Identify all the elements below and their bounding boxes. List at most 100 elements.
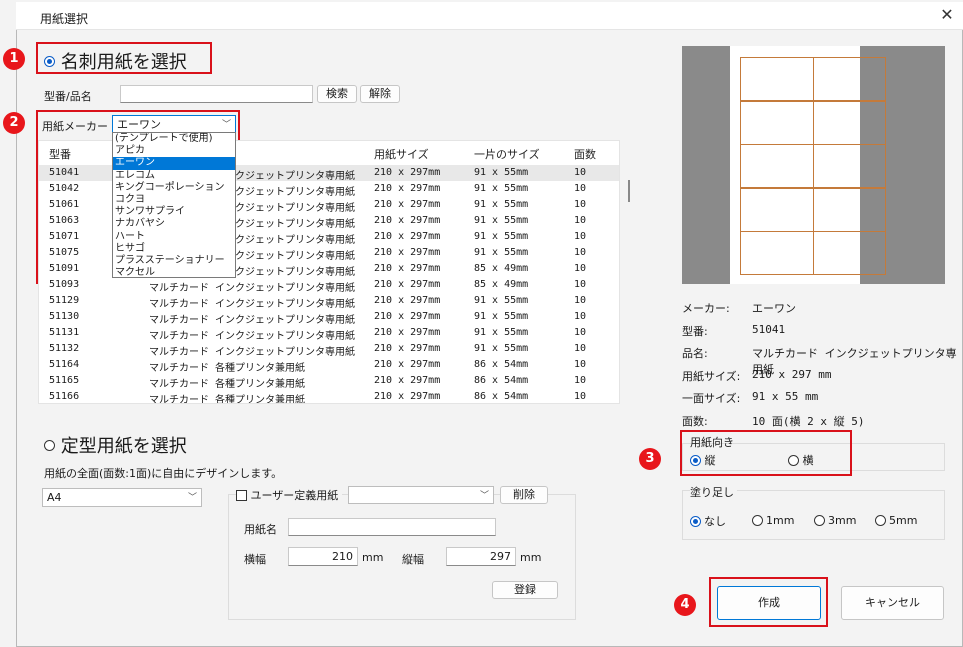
dropdown-item[interactable]: サンワサプライ xyxy=(113,206,235,218)
cancel-button[interactable]: キャンセル xyxy=(841,586,944,620)
dropdown-item[interactable]: (テンプレートで使用) xyxy=(113,133,235,145)
table-row[interactable]: 51131 マルチカード インクジェットプリンタ専用紙 210 x 297mm 91 … xyxy=(39,325,619,342)
preview-card-cell xyxy=(740,100,814,145)
dropdown-item[interactable]: ハート xyxy=(113,231,235,243)
register-button[interactable]: 登録 xyxy=(492,581,558,599)
teikei-size-select[interactable]: A4 ﹀ xyxy=(42,488,202,507)
dropdown-item[interactable]: コクヨ xyxy=(113,194,235,206)
table-cell: 10 xyxy=(574,391,587,402)
col-header-piece-size: 一片のサイズ xyxy=(474,148,540,161)
clear-button[interactable]: 解除 xyxy=(360,85,400,103)
table-row[interactable]: 51166 マルチカード 各種プリンタ兼用紙 210 x 297mm 86 x 54m… xyxy=(39,389,619,403)
dropdown-item[interactable]: アピカ xyxy=(113,145,235,157)
teikei-radio-icon[interactable] xyxy=(44,439,55,451)
create-button[interactable]: 作成 xyxy=(717,586,821,620)
dropdown-item[interactable]: ナカバヤシ xyxy=(113,218,235,230)
table-cell: 91 x 55mm xyxy=(474,295,529,306)
info-value: 10 面(横 2 x 縦 5) xyxy=(752,414,865,428)
table-cell: 10 xyxy=(574,279,587,290)
table-cell: 10 xyxy=(574,375,587,386)
preview-card-cell xyxy=(813,231,886,275)
dropdown-item[interactable]: エレコム xyxy=(113,170,235,182)
search-button[interactable]: 検索 xyxy=(317,85,357,103)
table-cell: 210 x 297mm xyxy=(374,247,441,258)
portrait-radio-icon[interactable] xyxy=(690,454,701,466)
table-cell: 91 x 55mm xyxy=(474,183,529,194)
dropdown-item[interactable]: マクセル xyxy=(113,267,235,277)
height-unit: mm xyxy=(520,551,542,564)
table-cell: 91 x 55mm xyxy=(474,311,529,322)
dropdown-item[interactable]: プラスステーショナリー xyxy=(113,255,235,267)
bleed-option[interactable]: 3mm xyxy=(814,513,856,527)
width-input[interactable]: 210 xyxy=(288,547,358,566)
info-value: 91 x 55 mm xyxy=(752,390,819,403)
bleed-radio-icon[interactable] xyxy=(875,514,886,526)
orientation-title: 用紙向き xyxy=(690,436,734,449)
user-defined-select[interactable]: ﹀ xyxy=(348,486,494,504)
search-input[interactable] xyxy=(120,85,313,103)
callout-3: 3 xyxy=(639,448,661,470)
table-row[interactable]: 51130 マルチカード インクジェットプリンタ専用紙 210 x 297mm 91 … xyxy=(39,309,619,326)
paper-name-input[interactable] xyxy=(288,518,496,536)
bleed-option[interactable]: なし xyxy=(690,513,726,529)
landscape-label: 横 xyxy=(802,454,814,467)
bleed-radio-icon[interactable] xyxy=(814,514,825,526)
search-label: 型番/品名 xyxy=(44,90,92,103)
table-scrollbar-thumb[interactable] xyxy=(628,180,630,202)
callout-2: 2 xyxy=(3,112,25,134)
user-defined-checkbox[interactable] xyxy=(236,489,247,501)
bleed-option-label: 5mm xyxy=(889,513,918,527)
close-icon[interactable]: ✕ xyxy=(936,4,958,26)
table-cell: 85 x 49mm xyxy=(474,263,529,274)
title-bar: 用紙選択 xyxy=(16,2,963,30)
table-cell: 210 x 297mm xyxy=(374,279,441,290)
table-cell: マルチカード インクジェットプリンタ専用紙 xyxy=(149,315,356,326)
table-cell: 10 xyxy=(574,167,587,178)
orientation-portrait-option[interactable]: 縦 xyxy=(690,452,716,468)
table-cell: 10 xyxy=(574,231,587,242)
callout-1: 1 xyxy=(3,48,25,70)
teikei-radio-option[interactable]: 定型用紙を選択 xyxy=(44,432,187,458)
table-cell: 51093 xyxy=(49,279,80,290)
table-cell: 210 x 297mm xyxy=(374,311,441,322)
table-cell: 210 x 297mm xyxy=(374,359,441,370)
landscape-radio-icon[interactable] xyxy=(788,454,799,466)
table-cell: 210 x 297mm xyxy=(374,167,441,178)
bleed-option[interactable]: 1mm xyxy=(752,513,794,527)
table-row[interactable]: 51132 マルチカード インクジェットプリンタ専用紙 210 x 297mm 91 … xyxy=(39,341,619,358)
delete-button[interactable]: 削除 xyxy=(500,486,548,504)
table-row[interactable]: 51129 マルチカード インクジェットプリンタ専用紙 210 x 297mm 91 … xyxy=(39,293,619,310)
table-row[interactable]: 51093 マルチカード インクジェットプリンタ専用紙 210 x 297mm 85 … xyxy=(39,277,619,294)
table-cell: 10 xyxy=(574,263,587,274)
table-row[interactable]: 51165 マルチカード 各種プリンタ兼用紙 210 x 297mm 86 x 54m… xyxy=(39,373,619,390)
maker-selected-value: エーワン xyxy=(117,118,161,131)
user-defined-checkbox-option[interactable]: ユーザー定義用紙 xyxy=(236,487,343,503)
preview-card-cell xyxy=(740,144,814,188)
dropdown-item[interactable]: エーワン xyxy=(113,157,235,170)
table-cell: 51165 xyxy=(49,375,80,386)
window-title: 用紙選択 xyxy=(40,12,89,26)
teikei-radio-label: 定型用紙を選択 xyxy=(60,436,187,457)
table-cell: 51063 xyxy=(49,215,80,226)
table-cell: 210 x 297mm xyxy=(374,263,441,274)
meishi-radio-option[interactable]: 名刺用紙を選択 xyxy=(44,48,187,74)
table-cell: 91 x 55mm xyxy=(474,199,529,210)
bleed-radio-icon[interactable] xyxy=(752,514,763,526)
bleed-radio-icon[interactable] xyxy=(690,515,701,527)
dropdown-item[interactable]: ヒサゴ xyxy=(113,243,235,255)
bleed-option[interactable]: 5mm xyxy=(875,513,917,527)
info-label: 用紙サイズ: xyxy=(682,369,741,383)
preview-card-cell xyxy=(813,144,886,188)
maker-dropdown-list[interactable]: (テンプレートで使用) アピカ エーワン エレコム キングコーポレーション コクヨ サンワサ… xyxy=(112,132,236,278)
preview-card-cell xyxy=(740,231,814,275)
meishi-radio-icon[interactable] xyxy=(44,55,55,67)
table-cell: 51071 xyxy=(49,231,80,242)
table-row[interactable]: 51164 マルチカード 各種プリンタ兼用紙 210 x 297mm 86 x 54m… xyxy=(39,357,619,374)
table-cell: 10 xyxy=(574,343,587,354)
dropdown-item[interactable]: キングコーポレーション xyxy=(113,182,235,194)
height-input[interactable]: 297 xyxy=(446,547,516,566)
table-cell: 10 xyxy=(574,311,587,322)
table-cell: 51166 xyxy=(49,391,80,402)
info-label: 品名: xyxy=(682,347,708,360)
orientation-landscape-option[interactable]: 横 xyxy=(788,452,814,468)
